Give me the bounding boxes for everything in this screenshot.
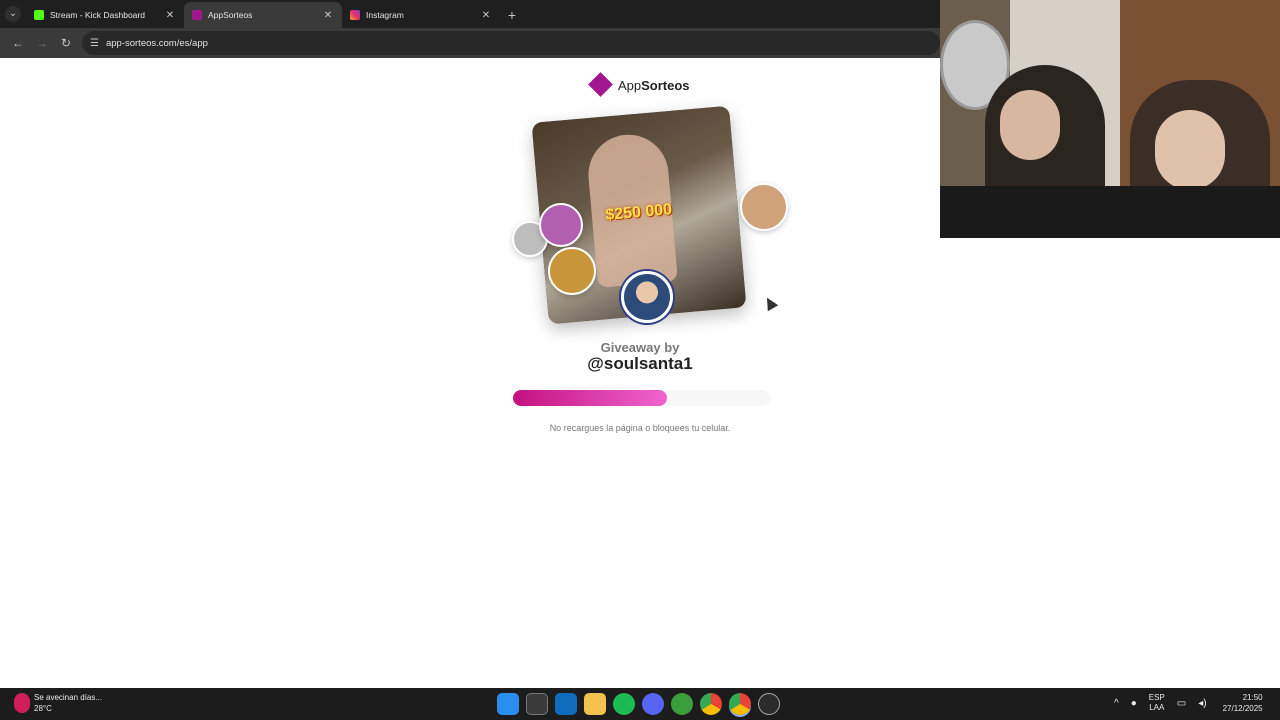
weather-text: Se avecinan días... — [34, 693, 103, 702]
taskbar-apps — [497, 693, 787, 715]
tab-kick-dashboard[interactable]: Stream - Kick Dashboard ✕ — [26, 2, 184, 28]
instagram-icon — [350, 10, 360, 20]
obs-icon[interactable] — [758, 693, 780, 715]
weather-widget[interactable]: Se avecinan días... 28°C — [14, 692, 102, 714]
back-button[interactable]: ← — [6, 31, 30, 55]
close-icon[interactable]: ✕ — [480, 10, 492, 21]
reload-button[interactable]: ↻ — [54, 31, 78, 55]
chevron-down-icon: ⌄ — [5, 6, 21, 22]
lang-bottom: LAA — [1149, 703, 1165, 712]
webcam-overlay — [940, 0, 1280, 238]
file-explorer-icon[interactable] — [584, 693, 606, 715]
close-icon[interactable]: ✕ — [164, 10, 176, 21]
participant-avatar — [740, 183, 788, 231]
tab-bar: ⌄ Stream - Kick Dashboard ✕ AppSorteos ✕… — [0, 0, 940, 28]
tab-title: Stream - Kick Dashboard — [50, 10, 145, 20]
language-indicator[interactable]: ESP LAA — [1149, 693, 1165, 713]
clock[interactable]: 21:50 27/12/2025 — [1223, 692, 1263, 714]
close-icon[interactable]: ✕ — [322, 10, 334, 21]
time-text: 21:50 — [1242, 693, 1263, 702]
weather-icon — [14, 693, 30, 713]
host-handle: @soulsanta1 — [587, 354, 693, 373]
tab-search-button[interactable]: ⌄ — [0, 0, 26, 28]
windows-start-icon[interactable] — [497, 693, 519, 715]
lang-top: ESP — [1148, 693, 1165, 702]
webcam-face-left — [1000, 90, 1060, 160]
address-bar[interactable]: ☰ app-sorteos.com/es/app — [82, 31, 940, 55]
taskbar: Se avecinan días... 28°C ^ ● ESP LAA ▭ ◂… — [0, 688, 1280, 720]
arrow-right-icon: → — [36, 36, 48, 50]
discord-icon[interactable] — [642, 693, 664, 715]
web-page — [0, 58, 940, 688]
webcam-face-right — [1155, 110, 1225, 190]
date-text: 27/12/2025 — [1222, 704, 1263, 713]
browser-toolbar: ← → ↻ ☰ app-sorteos.com/es/app — [0, 28, 940, 58]
microphone-icon[interactable]: ● — [1131, 698, 1137, 709]
warning-hint: No recargues la página o bloquees tu cel… — [549, 423, 731, 433]
tune-icon[interactable]: ☰ — [90, 38, 99, 49]
logo-mark-icon — [588, 72, 613, 97]
chevron-up-icon[interactable]: ^ — [1114, 698, 1119, 709]
webcam-monitor — [940, 186, 1280, 238]
utorrent-icon[interactable] — [671, 693, 693, 715]
giveaway-label: Giveaway by — [600, 340, 680, 355]
tab-title: AppSorteos — [208, 10, 253, 20]
new-tab-button[interactable]: + — [500, 2, 524, 28]
arrow-left-icon: ← — [12, 36, 24, 50]
chrome-profile-icon[interactable] — [729, 693, 751, 715]
volume-icon[interactable]: ◂) — [1198, 698, 1206, 709]
host-avatar — [621, 271, 673, 323]
participant-avatar — [548, 247, 596, 295]
outlook-icon[interactable] — [555, 693, 577, 715]
forward-button[interactable]: → — [30, 31, 54, 55]
network-icon[interactable]: ▭ — [1177, 698, 1186, 709]
progress-fill — [513, 390, 668, 406]
reload-icon: ↻ — [60, 36, 72, 50]
weather-temp: 28°C — [34, 704, 52, 713]
task-view-icon[interactable] — [526, 693, 548, 715]
loading-progress-bar — [513, 390, 770, 406]
appsorteos-logo: AppSorteos — [588, 72, 690, 97]
tab-instagram[interactable]: Instagram ✕ — [342, 2, 500, 28]
participant-avatar — [539, 203, 583, 247]
tab-appsorteos[interactable]: AppSorteos ✕ — [184, 2, 342, 28]
kick-icon — [34, 10, 44, 20]
system-tray: ^ ● ESP LAA ▭ ◂) 21:50 27/12/2025 — [1114, 692, 1263, 714]
tab-title: Instagram — [366, 10, 404, 20]
logo-text: AppSorteos — [618, 77, 690, 93]
spotify-icon[interactable] — [613, 693, 635, 715]
url-text: app-sorteos.com/es/app — [105, 37, 208, 49]
appsorteos-icon — [192, 10, 202, 20]
chrome-icon[interactable] — [700, 693, 722, 715]
